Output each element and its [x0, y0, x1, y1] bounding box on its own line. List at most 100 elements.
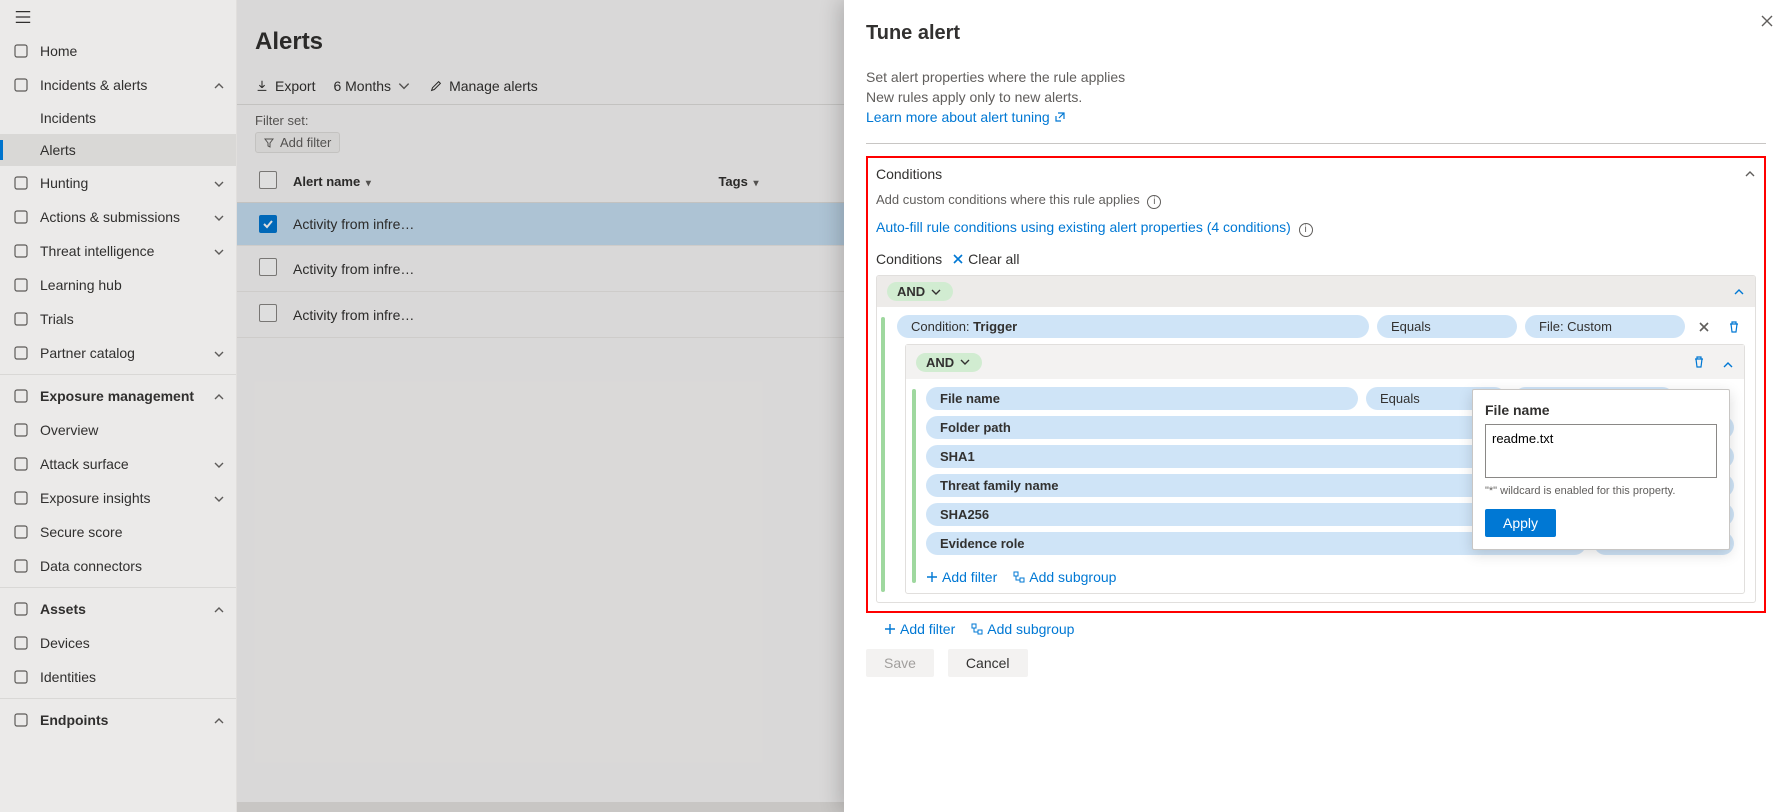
trash-icon: [1727, 320, 1741, 334]
outer-add-filter-button[interactable]: Add filter: [884, 621, 955, 637]
plus-icon: [884, 623, 896, 635]
conditions-section-header[interactable]: Conditions: [876, 166, 1756, 192]
shield-icon: [12, 76, 30, 94]
manage-alerts-button[interactable]: Manage alerts: [429, 78, 538, 94]
learn-more-link[interactable]: Learn more about alert tuning: [866, 109, 1066, 125]
apply-button[interactable]: Apply: [1485, 509, 1556, 537]
sidebar-item-label: Incidents & alerts: [40, 77, 147, 93]
chevron-up-icon: [214, 78, 224, 92]
sidebar-item-label: Overview: [40, 422, 98, 438]
popover-textarea[interactable]: [1485, 424, 1717, 478]
sidebar-item-overview[interactable]: Overview: [0, 413, 236, 447]
range-dropdown[interactable]: 6 Months: [333, 78, 411, 94]
chevron-up-icon[interactable]: [1722, 359, 1734, 371]
sidebar-item-incidents-alerts[interactable]: Incidents & alerts: [0, 68, 236, 102]
hunt-icon: [12, 174, 30, 192]
sidebar-item-exposure-insights[interactable]: Exposure insights: [0, 481, 236, 515]
select-all-checkbox[interactable]: [259, 171, 277, 189]
outer-add-subgroup-button[interactable]: Add subgroup: [971, 621, 1074, 637]
info-icon[interactable]: i: [1147, 195, 1161, 209]
sidebar-item-exposure-management[interactable]: Exposure management: [0, 379, 236, 413]
chevron-up-icon: [214, 713, 224, 727]
manage-label: Manage alerts: [449, 78, 538, 94]
and-operator-pill[interactable]: AND: [887, 282, 953, 301]
sidebar-item-label: Secure score: [40, 524, 122, 540]
open-link-icon: [1054, 111, 1066, 123]
chevron-down-icon: ▾: [366, 178, 371, 189]
panel-desc2: New rules apply only to new alerts.: [866, 89, 1766, 105]
chevron-up-icon: [214, 602, 224, 616]
sidebar-item-trials[interactable]: Trials: [0, 302, 236, 336]
chevron-up-icon[interactable]: [1733, 286, 1745, 298]
clear-all-label: Clear all: [968, 251, 1019, 267]
sidebar-item-label: Assets: [40, 601, 86, 617]
alert-name-cell: Activity from infre…: [285, 292, 710, 338]
panel-desc1: Set alert properties where the rule appl…: [866, 69, 1766, 85]
add-subgroup-button[interactable]: Add subgroup: [1013, 569, 1116, 585]
delete-row-button[interactable]: [1723, 316, 1745, 338]
surface-icon: [12, 455, 30, 473]
sidebar-item-endpoints[interactable]: Endpoints: [0, 703, 236, 737]
row-checkbox[interactable]: [259, 304, 277, 322]
remove-value-button[interactable]: [1693, 316, 1715, 338]
device-icon: [12, 634, 30, 652]
chevron-up-icon: [214, 389, 224, 403]
sidebar-item-alerts[interactable]: Alerts: [0, 134, 236, 166]
field-pill[interactable]: File name: [926, 387, 1358, 410]
autofill-link[interactable]: Auto-fill rule conditions using existing…: [876, 219, 1291, 235]
nested-group-header: AND: [906, 345, 1744, 379]
learn-icon: [12, 276, 30, 294]
row-checkbox[interactable]: [259, 258, 277, 276]
sidebar-item-label: Trials: [40, 311, 74, 327]
gift-icon: [12, 310, 30, 328]
sidebar-item-threat-intelligence[interactable]: Threat intelligence: [0, 234, 236, 268]
condition-field-pill[interactable]: Condition: Trigger: [897, 315, 1369, 338]
popover-hint: "*" wildcard is enabled for this propert…: [1485, 485, 1717, 497]
save-button[interactable]: Save: [866, 649, 934, 677]
sidebar-item-attack-surface[interactable]: Attack surface: [0, 447, 236, 481]
row-checkbox[interactable]: [259, 215, 277, 233]
close-panel-button[interactable]: [1760, 10, 1774, 31]
export-button[interactable]: Export: [255, 78, 315, 94]
condition-op-pill[interactable]: Equals: [1377, 315, 1517, 338]
delete-group-button[interactable]: [1688, 351, 1710, 373]
sidebar-item-actions-submissions[interactable]: Actions & submissions: [0, 200, 236, 234]
hamburger-icon[interactable]: [0, 0, 236, 34]
sidebar-item-data-connectors[interactable]: Data connectors: [0, 549, 236, 583]
range-label: 6 Months: [333, 78, 391, 94]
chevron-down-icon: [960, 357, 970, 367]
sidebar-item-devices[interactable]: Devices: [0, 626, 236, 660]
clear-all-button[interactable]: Clear all: [952, 251, 1019, 267]
add-filter-chip[interactable]: Add filter: [255, 132, 340, 153]
sidebar-item-home[interactable]: Home: [0, 34, 236, 68]
tune-alert-panel: Tune alert Set alert properties where th…: [844, 0, 1788, 812]
sidebar-item-label: Threat intelligence: [40, 243, 154, 259]
chevron-down-icon: [214, 210, 224, 224]
condition-value-pill[interactable]: File: Custom: [1525, 315, 1685, 338]
sidebar-item-hunting[interactable]: Hunting: [0, 166, 236, 200]
partner-icon: [12, 344, 30, 362]
sidebar-item-partner-catalog[interactable]: Partner catalog: [0, 336, 236, 370]
home-icon: [12, 42, 30, 60]
sidebar-item-assets[interactable]: Assets: [0, 592, 236, 626]
chevron-down-icon: [214, 491, 224, 505]
sidebar-item-secure-score[interactable]: Secure score: [0, 515, 236, 549]
close-icon: [952, 253, 964, 265]
sidebar-item-label: Home: [40, 43, 77, 59]
info-icon[interactable]: i: [1299, 223, 1313, 237]
and-operator-pill[interactable]: AND: [916, 353, 982, 372]
sidebar-item-identities[interactable]: Identities: [0, 660, 236, 694]
chevron-down-icon: [931, 287, 941, 297]
connectors-icon: [12, 557, 30, 575]
sidebar-item-incidents[interactable]: Incidents: [0, 102, 236, 134]
sidebar-item-learning-hub[interactable]: Learning hub: [0, 268, 236, 302]
add-filter-button[interactable]: Add filter: [926, 569, 997, 585]
popover-label: File name: [1485, 402, 1717, 418]
learn-more-label: Learn more about alert tuning: [866, 109, 1050, 125]
conditions-label: Conditions: [876, 251, 942, 267]
sidebar-item-label: Devices: [40, 635, 90, 651]
panel-footer: Save Cancel: [866, 637, 1766, 677]
cancel-button[interactable]: Cancel: [948, 649, 1028, 677]
sidebar-item-label: Endpoints: [40, 712, 108, 728]
column-header[interactable]: Alert name ▾: [285, 161, 710, 203]
